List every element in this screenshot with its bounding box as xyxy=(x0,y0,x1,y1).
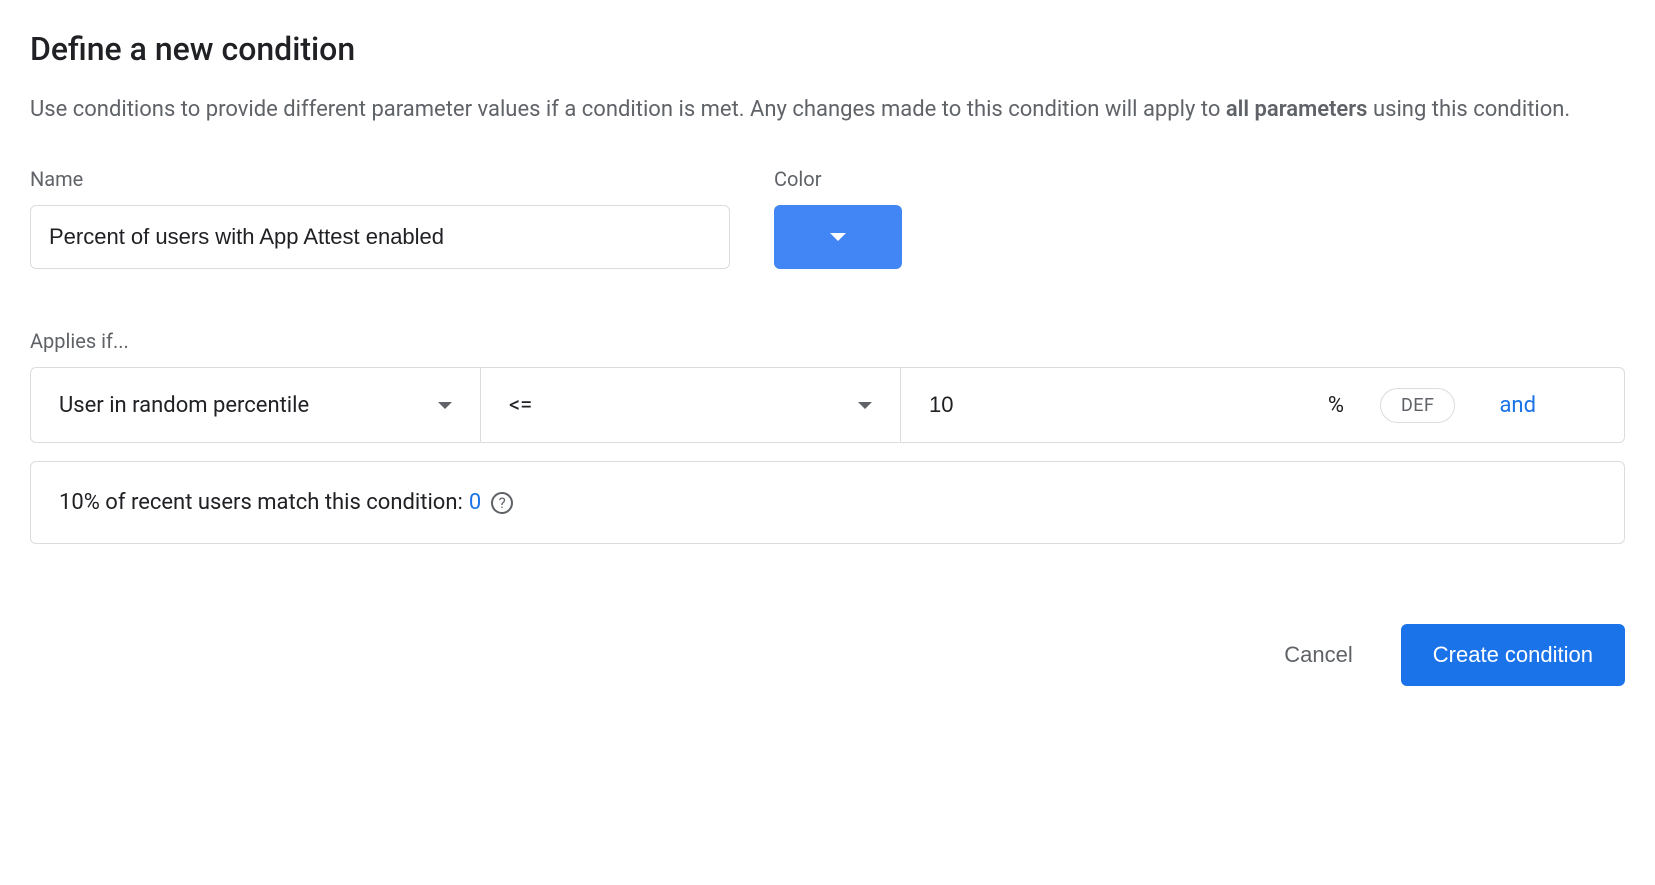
value-input[interactable] xyxy=(929,392,1328,418)
page-title: Define a new condition xyxy=(30,30,1625,68)
match-info-box: 10% of recent users match this condition… xyxy=(30,461,1625,544)
name-input[interactable] xyxy=(30,205,730,269)
operator-text: <= xyxy=(509,393,532,418)
applies-label: Applies if... xyxy=(30,329,1625,353)
description-text: Use conditions to provide different para… xyxy=(30,92,1625,127)
create-condition-button[interactable]: Create condition xyxy=(1401,624,1625,686)
match-text: 10% of recent users match this condition… xyxy=(59,490,463,515)
description-suffix: using this condition. xyxy=(1368,97,1571,122)
unit-label: % xyxy=(1328,393,1344,418)
def-button[interactable]: DEF xyxy=(1380,388,1456,423)
description-bold: all parameters xyxy=(1226,97,1368,122)
footer-actions: Cancel Create condition xyxy=(30,624,1625,686)
color-label: Color xyxy=(774,167,902,191)
cancel-button[interactable]: Cancel xyxy=(1268,630,1368,680)
description-prefix: Use conditions to provide different para… xyxy=(30,97,1226,122)
match-count: 0 xyxy=(469,490,481,515)
condition-type-dropdown[interactable]: User in random percentile xyxy=(31,368,481,442)
value-cell: % DEF and xyxy=(901,388,1624,423)
and-button[interactable]: and xyxy=(1499,393,1536,418)
help-icon[interactable]: ? xyxy=(491,492,513,514)
condition-type-text: User in random percentile xyxy=(59,393,309,418)
chevron-down-icon xyxy=(830,233,846,241)
operator-dropdown[interactable]: <= xyxy=(481,368,901,442)
name-label: Name xyxy=(30,167,730,191)
color-picker[interactable] xyxy=(774,205,902,269)
chevron-down-icon xyxy=(858,402,872,409)
condition-row: User in random percentile <= % DEF and xyxy=(30,367,1625,443)
chevron-down-icon xyxy=(438,402,452,409)
